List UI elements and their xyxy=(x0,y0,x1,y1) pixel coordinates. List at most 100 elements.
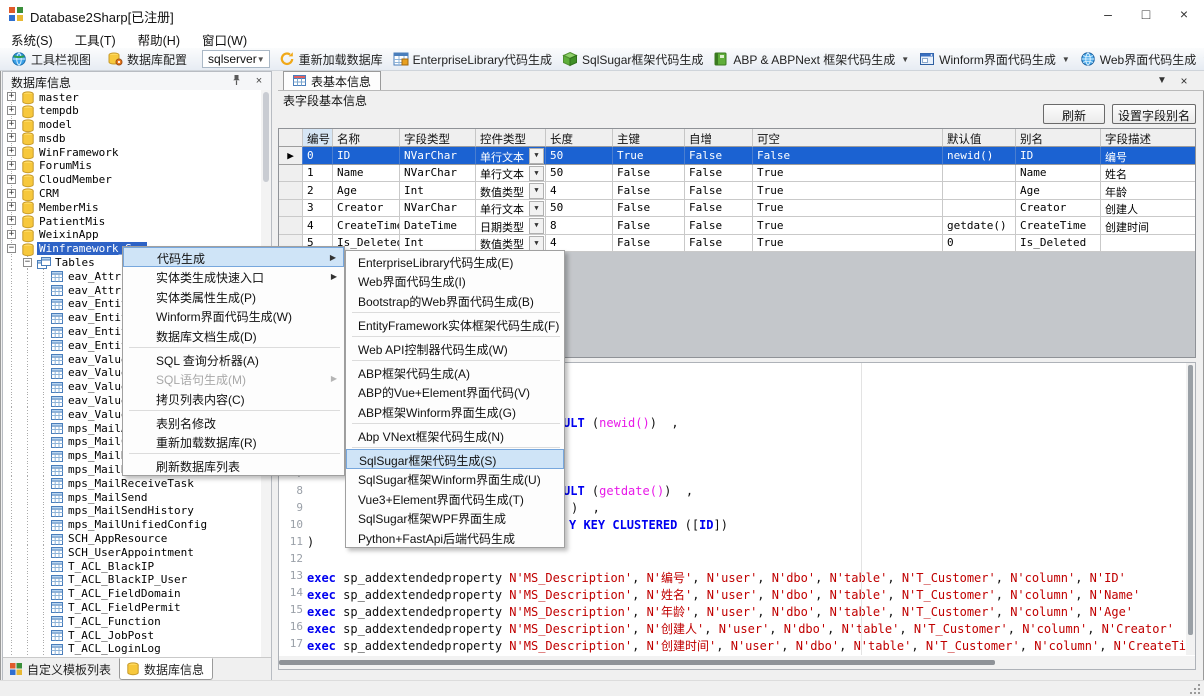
grid-cell[interactable]: 编号 xyxy=(1101,147,1196,165)
panel-close-icon[interactable]: × xyxy=(251,74,267,88)
expand-icon[interactable]: + xyxy=(7,161,16,170)
combo-dropdown-icon[interactable]: ▼ xyxy=(529,201,544,217)
context-menu-item-8[interactable]: 拷贝列表内容(C) xyxy=(123,388,344,408)
tab-list-dropdown-icon[interactable]: ▼ xyxy=(1154,74,1170,88)
submenu-item-0[interactable]: EnterpriseLibrary代码生成(E) xyxy=(346,251,564,271)
toolbar-button-abpabpnext[interactable]: ABP & ABPNext 框架代码生成▼ xyxy=(708,50,914,69)
table-row[interactable]: ▶0IDNVarChar单行文本▼50TrueFalseFalsenewid()… xyxy=(279,147,1195,165)
expand-icon[interactable]: + xyxy=(7,147,16,156)
table-row[interactable]: 2AgeInt数值类型▼4FalseFalseTrueAge年龄 xyxy=(279,182,1195,200)
grid-cell[interactable]: False xyxy=(613,235,685,253)
grid-cell[interactable]: CreateTime xyxy=(333,217,400,235)
grid-cell[interactable] xyxy=(943,182,1016,200)
tree-item-T_ACL_JobPost[interactable]: T_ACL_JobPost xyxy=(3,628,261,642)
expand-icon[interactable]: + xyxy=(7,133,16,142)
grid-cell[interactable]: 50 xyxy=(546,165,613,183)
grid-header-自增[interactable]: 自增 xyxy=(685,129,753,147)
expand-icon[interactable]: + xyxy=(7,216,16,225)
grid-cell[interactable]: False xyxy=(613,182,685,200)
grid-cell[interactable]: 4 xyxy=(546,182,613,200)
grid-cell[interactable]: DateTime xyxy=(400,217,476,235)
expand-icon[interactable]: + xyxy=(7,189,16,198)
grid-cell[interactable]: 50 xyxy=(546,147,613,165)
grid-cell[interactable]: False xyxy=(685,147,753,165)
grid-cell[interactable]: Creator xyxy=(1016,200,1101,218)
tree-item-master[interactable]: +master xyxy=(3,90,261,104)
grid-cell[interactable]: Creator xyxy=(333,200,400,218)
row-selector-cell[interactable]: ▶ xyxy=(279,147,303,165)
expand-icon[interactable]: + xyxy=(7,106,16,115)
grid-header-长度[interactable]: 长度 xyxy=(546,129,613,147)
grid-cell[interactable]: 创建时间 xyxy=(1101,217,1196,235)
tree-item-WeixinApp[interactable]: +WeixinApp xyxy=(3,228,261,242)
panel-tab-1[interactable]: 数据库信息 xyxy=(119,658,213,680)
grid-cell[interactable]: ID xyxy=(1016,147,1101,165)
grid-cell[interactable]: 4 xyxy=(303,217,333,235)
grid-cell[interactable]: 1 xyxy=(303,165,333,183)
grid-cell[interactable]: 单行文本▼ xyxy=(476,200,546,218)
submenu-item-14[interactable]: SqlSugar框架代码生成(S) xyxy=(346,449,564,469)
grid-header-名称[interactable]: 名称 xyxy=(333,129,400,147)
grid-cell[interactable]: False xyxy=(685,235,753,253)
submenu-item-6[interactable]: Web API控制器代码生成(W) xyxy=(346,338,564,358)
grid-header-selector[interactable] xyxy=(279,129,303,147)
grid-cell[interactable]: Name xyxy=(333,165,400,183)
grid-cell[interactable] xyxy=(1101,235,1196,253)
grid-cell[interactable]: NVarChar xyxy=(400,165,476,183)
grid-cell[interactable]: 单行文本▼ xyxy=(476,165,546,183)
tree-item-PatientMis[interactable]: +PatientMis xyxy=(3,214,261,228)
tree-item-tempdb[interactable]: +tempdb xyxy=(3,104,261,118)
grid-cell[interactable]: ID xyxy=(333,147,400,165)
context-menu-item-11[interactable]: 重新加载数据库(R) xyxy=(123,432,344,452)
tree-scrollbar-thumb[interactable] xyxy=(263,92,269,182)
tree-item-WinFramework[interactable]: +WinFramework xyxy=(3,145,261,159)
context-menu-item-4[interactable]: 数据库文档生成(D) xyxy=(123,325,344,345)
grid-cell[interactable]: Name xyxy=(1016,165,1101,183)
expand-icon[interactable]: + xyxy=(7,175,16,184)
table-row[interactable]: 4CreateTimeDateTime日期类型▼8FalseFalseTrueg… xyxy=(279,217,1195,235)
grid-cell[interactable]: 创建人 xyxy=(1101,200,1196,218)
submenu-item-1[interactable]: Web界面代码生成(I) xyxy=(346,271,564,291)
grid-cell[interactable]: True xyxy=(753,200,943,218)
grid-header-默认值[interactable]: 默认值 xyxy=(943,129,1016,147)
grid-cell[interactable]: 3 xyxy=(303,200,333,218)
tree-item-T_ACL_FieldPermit[interactable]: T_ACL_FieldPermit xyxy=(3,600,261,614)
submenu-item-12[interactable]: Abp VNext框架代码生成(N) xyxy=(346,425,564,445)
expand-icon[interactable]: + xyxy=(7,92,16,101)
grid-cell[interactable]: True xyxy=(753,235,943,253)
expand-icon[interactable]: + xyxy=(7,120,16,129)
combo-dropdown-icon[interactable]: ▼ xyxy=(529,148,544,164)
grid-cell[interactable]: False xyxy=(613,217,685,235)
expand-icon[interactable]: + xyxy=(7,230,16,239)
row-selector-cell[interactable] xyxy=(279,200,303,218)
grid-cell[interactable]: NVarChar xyxy=(400,147,476,165)
grid-cell[interactable]: False xyxy=(613,200,685,218)
grid-cell[interactable]: 单行文本▼ xyxy=(476,147,546,165)
context-menu-item-13[interactable]: 刷新数据库列表 xyxy=(123,456,344,476)
grid-cell[interactable]: 数值类型▼ xyxy=(476,182,546,200)
toolbar-button-web[interactable]: Web界面代码生成▼ xyxy=(1075,50,1204,69)
submenu-item-4[interactable]: EntityFramework实体框架代码生成(F) xyxy=(346,314,564,334)
grid-cell[interactable]: 0 xyxy=(943,235,1016,253)
grid-cell[interactable] xyxy=(943,165,1016,183)
grid-header-可空[interactable]: 可空 xyxy=(753,129,943,147)
submenu-item-10[interactable]: ABP框架Winform界面生成(G) xyxy=(346,401,564,421)
tree-item-MemberMis[interactable]: +MemberMis xyxy=(3,200,261,214)
grid-header-主键[interactable]: 主键 xyxy=(613,129,685,147)
submenu-item-18[interactable]: Python+FastApi后端代码生成 xyxy=(346,527,564,547)
tree-item-mps_MailSendHistory[interactable]: mps_MailSendHistory xyxy=(3,504,261,518)
grid-cell[interactable]: Int xyxy=(400,182,476,200)
resize-grip-icon[interactable] xyxy=(1190,684,1201,695)
tab-close-icon[interactable]: × xyxy=(1176,74,1192,88)
tree-item-mps_MailReceiveTask[interactable]: mps_MailReceiveTask xyxy=(3,476,261,490)
panel-tab-0[interactable]: 自定义模板列表 xyxy=(3,658,119,680)
grid-cell[interactable]: 0 xyxy=(303,147,333,165)
row-selector-cell[interactable] xyxy=(279,165,303,183)
expand-icon[interactable]: + xyxy=(7,202,16,211)
grid-cell[interactable]: False xyxy=(613,165,685,183)
grid-cell[interactable]: CreateTime xyxy=(1016,217,1101,235)
grid-cell[interactable]: False xyxy=(685,165,753,183)
tree-item-msdb[interactable]: +msdb xyxy=(3,131,261,145)
toolbar-button-cn0[interactable]: 工具栏视图 xyxy=(6,50,96,69)
tree-item-T_ACL_Function[interactable]: T_ACL_Function xyxy=(3,614,261,628)
